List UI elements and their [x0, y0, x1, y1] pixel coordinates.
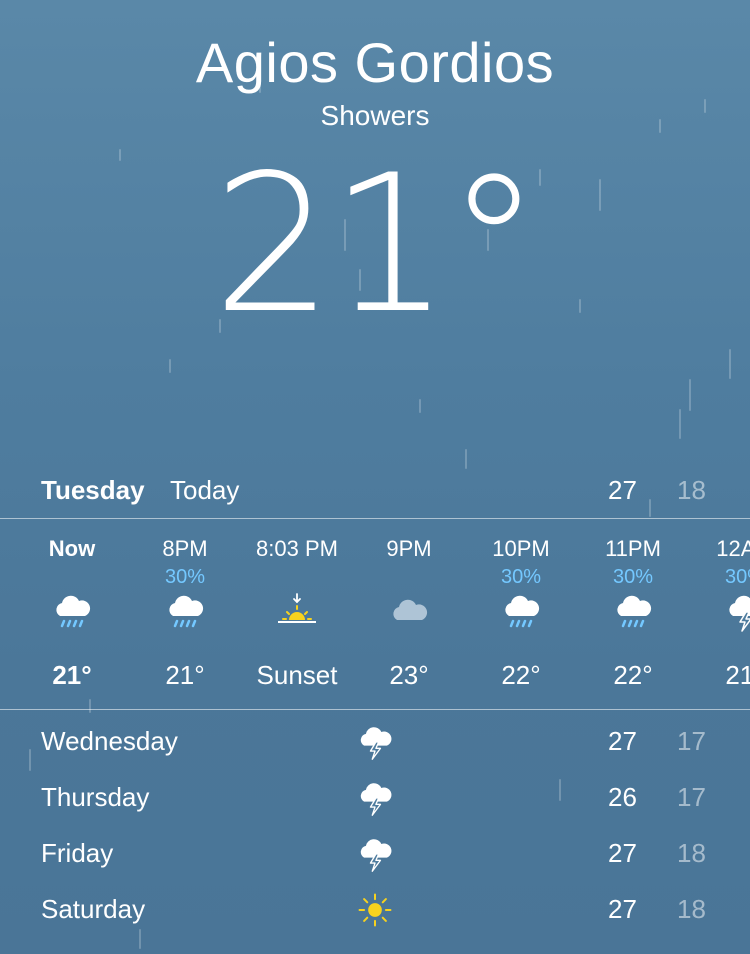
daily-day: Wednesday [41, 726, 178, 756]
rain-cloud-icon [17, 590, 127, 640]
rain-cloud-icon [466, 590, 576, 640]
today-summary: Tuesday Today 27 18 [0, 470, 750, 510]
sun-icon [355, 890, 395, 930]
daily-high: 26 [608, 782, 637, 812]
hour-item: 10PM 30% 22° [466, 520, 576, 708]
hourly-forecast[interactable]: Now 21° 8PM 30% 21° 8:03 PM Sunset 9PM 2… [0, 520, 750, 708]
divider-bottom [0, 709, 750, 710]
today-low: 18 [677, 475, 706, 505]
hour-precip: 30% [164, 566, 206, 588]
hour-precip: 30% [724, 566, 750, 588]
city-name: Agios Gordios [195, 31, 555, 94]
thunderstorm-icon [355, 834, 395, 874]
hour-precip: 30% [500, 566, 542, 588]
hour-time: 10PM [492, 536, 550, 561]
today-label: Today [170, 475, 240, 505]
daily-high: 27 [608, 726, 637, 756]
daily-low: 17 [677, 726, 706, 756]
hour-item: 11PM 30% 22° [578, 520, 688, 708]
thunderstorm-icon [355, 778, 395, 818]
hour-temp: 21° [52, 660, 92, 690]
thunderstorm-icon [355, 722, 395, 762]
current-temperature: 21° [212, 134, 542, 355]
daily-day: Friday [41, 838, 114, 868]
current-condition: Showers [320, 100, 430, 131]
rain-cloud-icon [578, 590, 688, 640]
daily-high: 27 [608, 838, 637, 868]
daily-low: 17 [677, 782, 706, 812]
hour-item: 8PM 30% 21° [130, 520, 240, 708]
daily-low: 18 [677, 838, 706, 868]
hour-item: 12AM 30% 21° [690, 520, 750, 708]
cloud-icon [354, 590, 464, 640]
hour-time: 8PM [162, 536, 208, 561]
hour-time: 11PM [605, 536, 661, 561]
hour-time: 8:03 PM [256, 536, 338, 561]
hour-item: 8:03 PM Sunset [242, 520, 352, 708]
daily-high: 27 [608, 894, 637, 924]
hour-item: 9PM 23° [354, 520, 464, 708]
hour-item: Now 21° [17, 520, 127, 708]
today-day: Tuesday [41, 475, 145, 505]
divider-top [0, 518, 750, 519]
daily-day: Saturday [41, 894, 146, 924]
today-high: 27 [608, 475, 637, 505]
hour-temp: 21° [725, 660, 750, 690]
daily-day: Thursday [41, 782, 150, 812]
daily-low: 18 [677, 894, 706, 924]
daily-row: Saturday 27 18 [0, 884, 750, 940]
hour-time: 12AM [716, 536, 750, 561]
hour-temp: 21° [165, 660, 205, 690]
thunderstorm-icon [690, 590, 750, 640]
hour-time: 9PM [386, 536, 432, 561]
daily-row: Thursday 26 17 [0, 772, 750, 828]
daily-row: Friday 27 18 [0, 828, 750, 884]
hour-precip: 30% [612, 566, 654, 588]
daily-row: Wednesday 27 17 [0, 716, 750, 772]
sunset-icon [242, 590, 352, 640]
hour-temp: 22° [613, 660, 653, 690]
rain-cloud-icon [130, 590, 240, 640]
hour-time: Now [48, 536, 96, 561]
hour-temp: Sunset [256, 660, 338, 690]
hour-temp: 22° [501, 660, 541, 690]
hour-temp: 23° [389, 660, 429, 690]
